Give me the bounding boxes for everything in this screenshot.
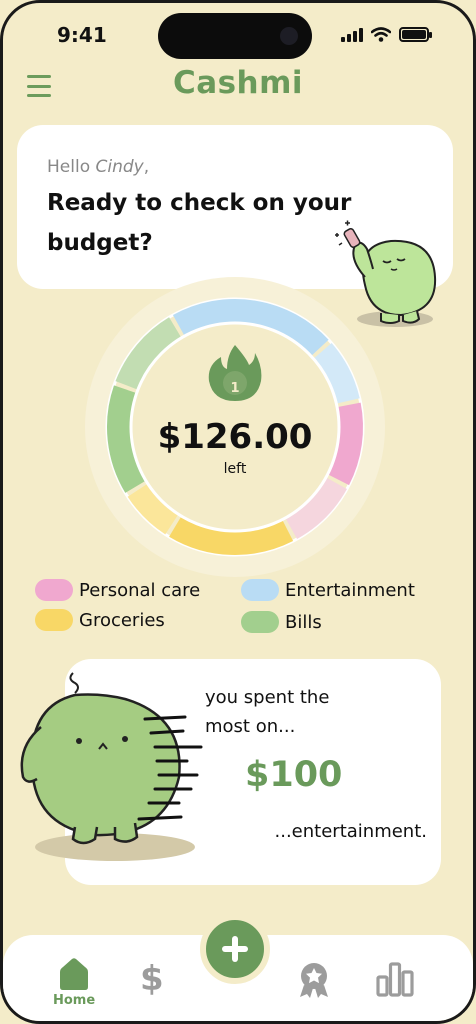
status-icons: [341, 27, 432, 42]
award-icon: [300, 963, 328, 998]
bar-chart-icon: [376, 962, 414, 997]
dynamic-island: [158, 13, 312, 59]
legend-swatch: [241, 579, 279, 601]
app-title: Cashmi: [172, 65, 304, 101]
camera-icon: [280, 27, 298, 45]
greeting-hello: Hello Cindy,: [47, 157, 150, 177]
legend-swatch: [35, 579, 73, 601]
budget-left-amount: $126.00: [157, 417, 313, 457]
nav-home-label: Home: [53, 993, 96, 1008]
legend-swatch: [241, 611, 279, 633]
nav-reports[interactable]: [375, 961, 415, 997]
legend-personal-care: Personal care: [35, 579, 200, 601]
budget-left-label: left: [223, 461, 247, 477]
battery-icon: [399, 27, 432, 42]
legend-swatch: [35, 609, 73, 631]
home-icon: [60, 958, 89, 990]
wifi-icon: [371, 27, 391, 42]
spent-text: you spent the most on...: [205, 687, 330, 737]
spent-amount: $100: [245, 755, 343, 795]
nav-spending[interactable]: $: [140, 959, 164, 999]
user-name: Cindy: [95, 157, 144, 177]
legend-groceries: Groceries: [35, 609, 165, 631]
dollar-icon: $: [140, 959, 164, 999]
streak-count: 1: [230, 381, 240, 396]
phone-screen: 9:41 Cashmi Hello Cindy, Ready to check …: [0, 0, 476, 1024]
nav-rewards[interactable]: [296, 961, 332, 999]
plus-icon: [222, 936, 248, 962]
mascot-running-illustration: [20, 672, 203, 861]
legend-entertainment: Entertainment: [241, 579, 415, 601]
signal-icon: [341, 27, 363, 42]
status-time: 9:41: [57, 23, 107, 47]
add-transaction-button[interactable]: [200, 914, 270, 984]
legend-bills: Bills: [241, 611, 322, 633]
nav-home[interactable]: Home: [53, 957, 95, 1008]
spent-category: ...entertainment.: [274, 821, 427, 842]
